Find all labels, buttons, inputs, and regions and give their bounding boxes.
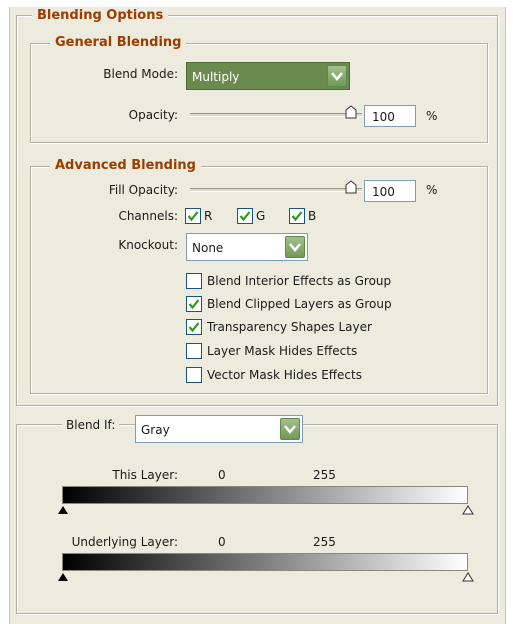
this-layer-white-slider[interactable] (462, 505, 474, 515)
this-layer-high-value: 255 (313, 468, 336, 482)
chevron-down-icon[interactable] (327, 65, 347, 87)
channel-g-checkbox[interactable] (237, 208, 253, 224)
general-blending-group (30, 43, 488, 143)
this-layer-gradient-bar (62, 486, 468, 504)
blend-interior-effects-checkbox[interactable] (186, 273, 202, 289)
channels-label: Channels: (118, 209, 178, 223)
opacity-unit: % (426, 109, 438, 123)
knockout-label: Knockout: (118, 238, 178, 252)
layer-mask-hides-effects-label: Layer Mask Hides Effects (207, 344, 358, 358)
fill-opacity-value: 100 (372, 185, 395, 199)
channel-b-checkbox[interactable] (289, 208, 305, 224)
channel-b-label: B (308, 209, 317, 223)
channel-r-checkbox[interactable] (185, 208, 201, 224)
opacity-slider-thumb[interactable] (345, 105, 357, 119)
underlying-layer-label: Underlying Layer: (71, 535, 178, 549)
this-layer-black-slider[interactable] (57, 505, 69, 515)
blend-interior-effects-label: Blend Interior Effects as Group (207, 274, 392, 288)
underlying-layer-gradient-bar (62, 553, 468, 571)
blend-clipped-layers-checkbox[interactable] (186, 296, 202, 312)
blend-if-label: Blend If: (62, 417, 120, 433)
advanced-blending-title: Advanced Blending (50, 158, 201, 174)
layer-style-panel: Blending Options General Blending Blend … (9, 7, 506, 624)
transparency-shapes-layer-label: Transparency Shapes Layer (207, 320, 372, 334)
knockout-select[interactable]: None (186, 233, 308, 261)
channel-g-label: G (256, 209, 266, 223)
knockout-value: None (192, 241, 224, 255)
general-blending-title: General Blending (50, 35, 187, 51)
blend-clipped-layers-label: Blend Clipped Layers as Group (207, 297, 392, 311)
opacity-slider-track[interactable] (190, 113, 362, 117)
layer-mask-hides-effects-checkbox[interactable] (186, 343, 202, 359)
blend-if-select[interactable]: Gray (135, 415, 303, 443)
chevron-down-icon[interactable] (285, 236, 305, 258)
vector-mask-hides-effects-checkbox[interactable] (186, 367, 202, 383)
underlying-layer-high-value: 255 (313, 535, 336, 549)
fill-opacity-slider-thumb[interactable] (345, 180, 357, 194)
this-layer-low-value: 0 (218, 468, 226, 482)
fill-opacity-unit: % (426, 183, 438, 197)
blend-mode-value: Multiply (192, 70, 240, 84)
opacity-label: Opacity: (128, 108, 178, 122)
chevron-down-icon[interactable] (280, 418, 300, 440)
blend-if-value: Gray (141, 423, 170, 437)
blend-mode-select[interactable]: Multiply (186, 62, 350, 90)
blending-options-title: Blending Options (32, 8, 169, 24)
underlying-layer-low-value: 0 (218, 535, 226, 549)
opacity-value: 100 (372, 110, 395, 124)
channel-r-label: R (204, 209, 213, 223)
this-layer-label: This Layer: (112, 468, 178, 482)
fill-opacity-slider-track[interactable] (190, 188, 362, 192)
fill-opacity-label: Fill Opacity: (108, 183, 178, 197)
transparency-shapes-layer-checkbox[interactable] (186, 319, 202, 335)
fill-opacity-input[interactable]: 100 (364, 180, 416, 202)
blend-mode-label: Blend Mode: (103, 67, 178, 81)
underlying-layer-white-slider[interactable] (462, 572, 474, 582)
opacity-input[interactable]: 100 (364, 105, 416, 127)
vector-mask-hides-effects-label: Vector Mask Hides Effects (207, 368, 362, 382)
underlying-layer-black-slider[interactable] (57, 572, 69, 582)
blend-if-group (16, 424, 498, 614)
